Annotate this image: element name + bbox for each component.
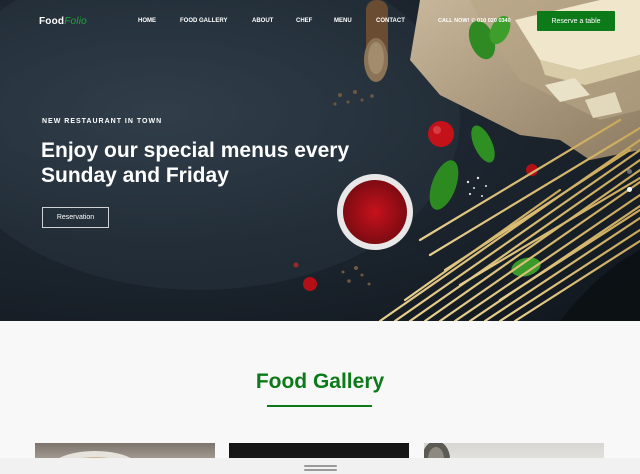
hero-tagline: NEW RESTAURANT IN TOWN xyxy=(42,118,163,125)
hero-banner: FoodFolio HOME FOOD GALLERY ABOUT CHEF M… xyxy=(0,0,640,321)
nav-item-about[interactable]: ABOUT xyxy=(252,18,273,24)
nav-item-food-gallery[interactable]: FOOD GALLERY xyxy=(180,18,227,24)
nav-item-contact[interactable]: CONTACT xyxy=(376,18,405,24)
reserve-table-button[interactable]: Reserve a table xyxy=(537,11,615,31)
gallery-title-divider xyxy=(267,405,372,407)
top-navigation: FoodFolio HOME FOOD GALLERY ABOUT CHEF M… xyxy=(0,0,640,42)
reservation-button[interactable]: Reservation xyxy=(42,207,109,228)
brand-name-part2: Folio xyxy=(64,16,87,27)
scroll-grip-icon[interactable] xyxy=(304,465,337,472)
slider-dot-2-active[interactable] xyxy=(627,187,632,192)
nav-item-chef[interactable]: CHEF xyxy=(296,18,312,24)
phone-number[interactable]: CALL NOW! ✆ 010 020 0340 xyxy=(438,18,511,24)
slider-dot-1[interactable] xyxy=(627,169,632,174)
nav-item-menu[interactable]: MENU xyxy=(334,18,352,24)
gallery-title: Food Gallery xyxy=(255,370,385,393)
nav-item-home[interactable]: HOME xyxy=(138,18,156,24)
brand-name-part1: Food xyxy=(39,16,65,27)
hero-headline: Enjoy our special menus every Sunday and… xyxy=(41,139,350,187)
brand-logo[interactable]: FoodFolio xyxy=(39,16,87,27)
